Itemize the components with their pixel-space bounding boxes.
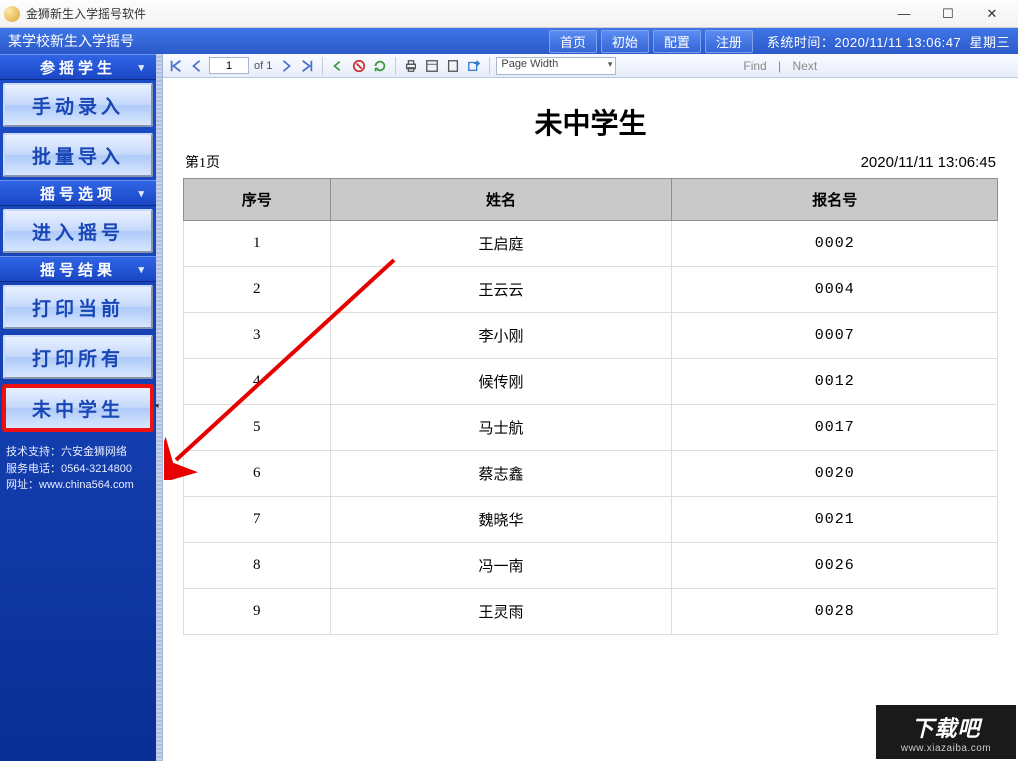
window-titlebar: 金狮新生入学摇号软件 — ☐ ✕ xyxy=(0,0,1018,28)
minimize-button[interactable]: — xyxy=(882,3,926,25)
cell-name: 马士航 xyxy=(330,405,672,451)
footer-phone: 服务电话：0564-3214800 xyxy=(6,461,150,478)
sidebar: 参摇学生 手动录入 批量导入 摇号选项 进入摇号 摇号结果 打印当前 打印所有 … xyxy=(0,54,156,761)
watermark-url: www.xiazaiba.com xyxy=(901,743,991,754)
sidebar-cat-lottery-results[interactable]: 摇号结果 xyxy=(0,256,156,282)
export-icon[interactable] xyxy=(465,57,483,75)
find-controls: Find | Next xyxy=(739,59,821,73)
sidebar-item-unselected-students[interactable]: 未中学生 xyxy=(3,385,153,431)
systime-label: 系统时间： xyxy=(767,35,835,50)
table-row: 2王云云0004 xyxy=(184,267,998,313)
report-title: 未中学生 xyxy=(183,102,998,142)
cell-seq: 4 xyxy=(184,359,331,405)
page-setup-icon[interactable] xyxy=(444,57,462,75)
cell-name: 王云云 xyxy=(330,267,672,313)
zoom-select[interactable]: Page Width xyxy=(496,57,616,75)
page-number-input[interactable] xyxy=(209,57,249,74)
config-button[interactable]: 配置 xyxy=(653,30,701,53)
cell-name: 王启庭 xyxy=(330,221,672,267)
cell-id: 0017 xyxy=(672,405,998,451)
cell-name: 冯一南 xyxy=(330,543,672,589)
sidebar-cat-lottery-options[interactable]: 摇号选项 xyxy=(0,180,156,206)
print-icon[interactable] xyxy=(402,57,420,75)
table-row: 5马士航0017 xyxy=(184,405,998,451)
col-header-name: 姓名 xyxy=(330,179,672,221)
cell-seq: 7 xyxy=(184,497,331,543)
report-viewer: of 1 Page Width Find | Next 未中学生 第1页 xyxy=(162,54,1018,761)
cell-seq: 2 xyxy=(184,267,331,313)
cell-name: 魏晓华 xyxy=(330,497,672,543)
sidebar-item-manual-entry[interactable]: 手动录入 xyxy=(3,83,153,127)
table-row: 8冯一南0026 xyxy=(184,543,998,589)
table-row: 7魏晓华0021 xyxy=(184,497,998,543)
refresh-icon[interactable] xyxy=(371,57,389,75)
sidebar-footer: 技术支持：六安金狮网络 服务电话：0564-3214800 网址：www.chi… xyxy=(0,440,156,498)
cell-seq: 1 xyxy=(184,221,331,267)
app-header: 某学校新生入学摇号 首页 初始 配置 注册 系统时间：2020/11/11 13… xyxy=(0,28,1018,54)
app-subtitle: 某学校新生入学摇号 xyxy=(8,31,134,51)
home-button[interactable]: 首页 xyxy=(549,30,597,53)
cell-id: 0026 xyxy=(672,543,998,589)
watermark: 下载吧 www.xiazaiba.com xyxy=(874,703,1018,761)
stop-icon[interactable] xyxy=(350,57,368,75)
col-header-id: 报名号 xyxy=(672,179,998,221)
init-button[interactable]: 初始 xyxy=(601,30,649,53)
register-button[interactable]: 注册 xyxy=(705,30,753,53)
print-layout-icon[interactable] xyxy=(423,57,441,75)
footer-support: 技术支持：六安金狮网络 xyxy=(6,444,150,461)
close-button[interactable]: ✕ xyxy=(970,3,1014,25)
splitter[interactable] xyxy=(156,54,162,761)
systime-weekday: 星期三 xyxy=(969,35,1010,50)
watermark-text: 下载吧 xyxy=(911,711,980,743)
back-icon[interactable] xyxy=(329,57,347,75)
footer-url: 网址：www.china564.com xyxy=(6,477,150,494)
viewer-toolbar: of 1 Page Width Find | Next xyxy=(163,54,1018,78)
cell-name: 王灵雨 xyxy=(330,589,672,635)
cell-seq: 9 xyxy=(184,589,331,635)
sidebar-item-print-current[interactable]: 打印当前 xyxy=(3,285,153,329)
report-page: 未中学生 第1页 2020/11/11 13:06:45 序号 姓名 报名号 1… xyxy=(163,78,1018,761)
first-page-icon[interactable] xyxy=(167,57,185,75)
cell-id: 0004 xyxy=(672,267,998,313)
systime-value: 2020/11/11 13:06:47 xyxy=(834,35,961,50)
sidebar-item-print-all[interactable]: 打印所有 xyxy=(3,335,153,379)
window-title: 金狮新生入学摇号软件 xyxy=(26,5,146,22)
cell-id: 0002 xyxy=(672,221,998,267)
cell-id: 0012 xyxy=(672,359,998,405)
find-link[interactable]: Find xyxy=(743,59,766,73)
table-row: 9王灵雨0028 xyxy=(184,589,998,635)
prev-page-icon[interactable] xyxy=(188,57,206,75)
cell-name: 候传刚 xyxy=(330,359,672,405)
cell-id: 0028 xyxy=(672,589,998,635)
table-row: 6蔡志鑫0020 xyxy=(184,451,998,497)
cell-id: 0021 xyxy=(672,497,998,543)
table-row: 3李小刚0007 xyxy=(184,313,998,359)
find-sep: | xyxy=(778,59,781,73)
page-of-label: of 1 xyxy=(252,60,274,72)
col-header-seq: 序号 xyxy=(184,179,331,221)
cell-name: 蔡志鑫 xyxy=(330,451,672,497)
sidebar-cat-participants[interactable]: 参摇学生 xyxy=(0,54,156,80)
table-row: 1王启庭0002 xyxy=(184,221,998,267)
cell-seq: 6 xyxy=(184,451,331,497)
sidebar-item-batch-import[interactable]: 批量导入 xyxy=(3,133,153,177)
report-timestamp: 2020/11/11 13:06:45 xyxy=(861,154,996,172)
cell-seq: 5 xyxy=(184,405,331,451)
next-link[interactable]: Next xyxy=(793,59,818,73)
last-page-icon[interactable] xyxy=(298,57,316,75)
app-icon xyxy=(4,6,20,22)
sidebar-item-enter-lottery[interactable]: 进入摇号 xyxy=(3,209,153,253)
table-row: 4候传刚0012 xyxy=(184,359,998,405)
cell-name: 李小刚 xyxy=(330,313,672,359)
cell-seq: 8 xyxy=(184,543,331,589)
page-label: 第1页 xyxy=(185,152,220,172)
cell-id: 0007 xyxy=(672,313,998,359)
system-time: 系统时间：2020/11/11 13:06:47 星期三 xyxy=(767,32,1010,51)
report-table: 序号 姓名 报名号 1王启庭00022王云云00043李小刚00074候传刚00… xyxy=(183,178,998,635)
maximize-button[interactable]: ☐ xyxy=(926,3,970,25)
cell-seq: 3 xyxy=(184,313,331,359)
cell-id: 0020 xyxy=(672,451,998,497)
next-page-icon[interactable] xyxy=(277,57,295,75)
